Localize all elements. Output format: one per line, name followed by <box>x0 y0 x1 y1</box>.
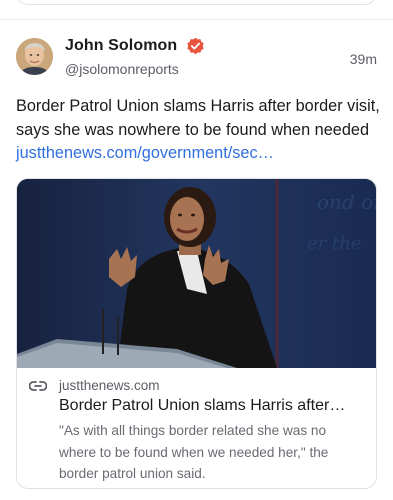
svg-text:er the: er the <box>307 233 361 254</box>
previous-post-card-edge <box>16 0 377 5</box>
post-link[interactable]: justthenews.com/government/sec… <box>16 144 274 162</box>
link-title[interactable]: Border Patrol Union slams Harris after… <box>59 397 369 415</box>
verified-badge-icon <box>187 37 204 55</box>
link-domain: justthenews.com <box>59 378 160 393</box>
post-text: Border Patrol Union slams Harris after b… <box>16 97 380 139</box>
link-preview-image[interactable]: ond or er the <box>17 179 377 368</box>
link-chain-icon <box>29 381 47 391</box>
post-timestamp: 39m <box>349 51 377 67</box>
link-preview-card[interactable]: ond or er the justthenews.com Border Pat… <box>16 178 377 489</box>
avatar[interactable] <box>16 38 53 75</box>
post-body: Border Patrol Union slams Harris after b… <box>16 95 381 166</box>
feed-post[interactable]: John Solomon @jsolomonreports 39m Border… <box>0 20 393 500</box>
svg-text:ond or: ond or <box>317 190 377 214</box>
author-name[interactable]: John Solomon <box>65 37 177 55</box>
author-handle[interactable]: @jsolomonreports <box>65 61 179 77</box>
link-description: "As with all things border related she w… <box>59 423 329 481</box>
